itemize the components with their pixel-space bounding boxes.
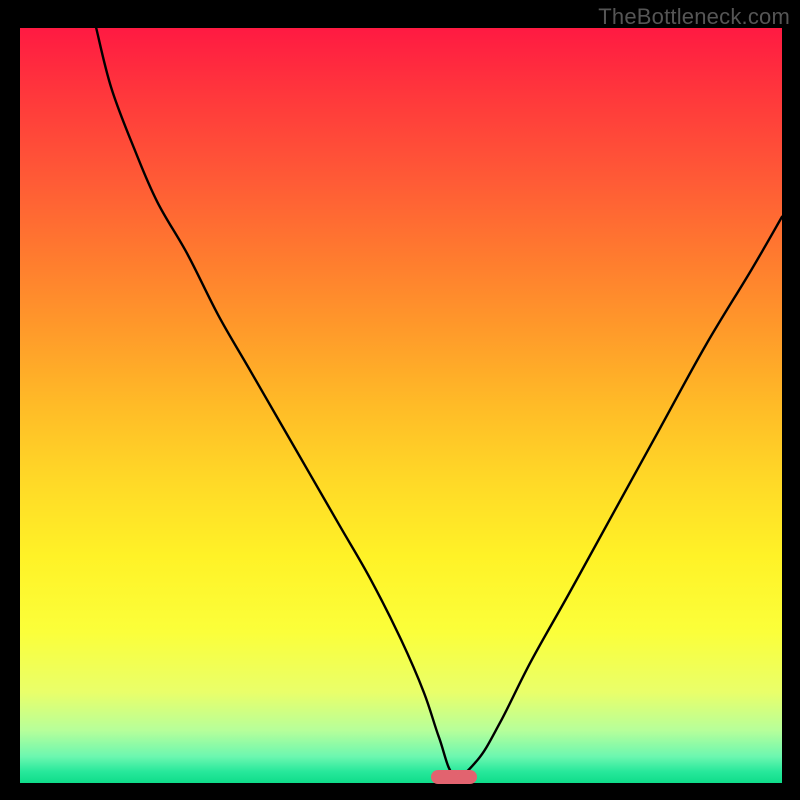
plot-area: [20, 28, 782, 783]
chart-frame: TheBottleneck.com: [0, 0, 800, 800]
curve-svg: [20, 28, 782, 783]
watermark-text: TheBottleneck.com: [598, 4, 790, 30]
bottleneck-curve: [96, 28, 782, 776]
optimum-marker: [431, 770, 477, 784]
